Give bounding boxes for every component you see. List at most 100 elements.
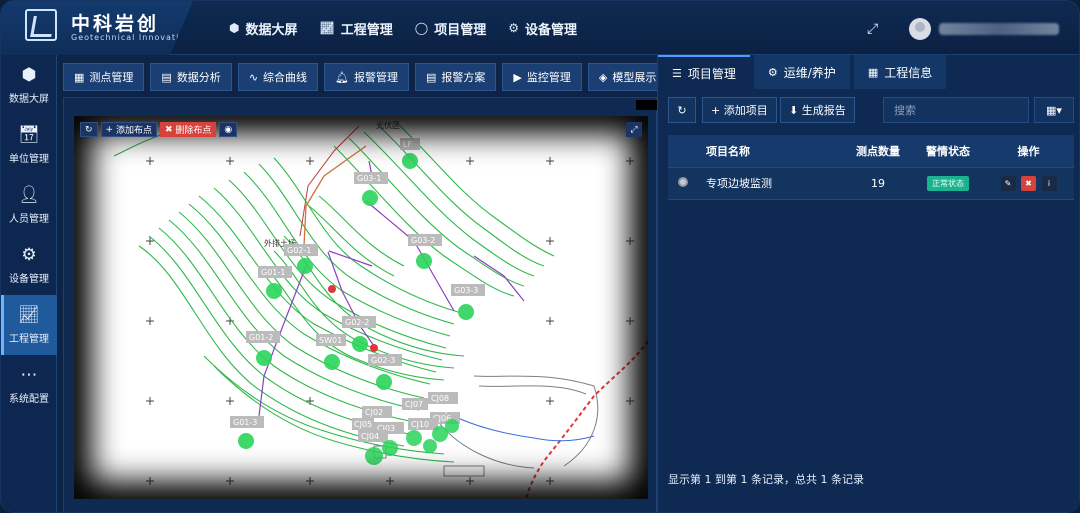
- column-header-name: 项目名称: [698, 135, 843, 168]
- trash-icon: ✖: [164, 124, 176, 135]
- contour-map: 光伏区 外排土场 LF G03-1 G02-1 G01-1 G03-2 G03-…: [113, 120, 648, 499]
- add-point-button[interactable]: + 添加布点: [100, 122, 157, 137]
- sidebar-item-engineering[interactable]: 📈︎ 工程管理: [1, 295, 57, 355]
- eye-icon[interactable]: ◉: [219, 122, 238, 137]
- point-CJ10: CJ10: [408, 418, 438, 430]
- tool-label: 监控管理: [526, 71, 571, 84]
- sidebar-item-system[interactable]: ⋯ 系统配置: [1, 355, 57, 415]
- tool-label: 报警管理: [354, 71, 398, 84]
- topnav-item-device[interactable]: ⚙ 设备管理: [508, 1, 577, 55]
- plus-icon: +: [711, 103, 724, 117]
- tab-label: 运维/养护: [783, 65, 836, 80]
- column-header-points: 测点数量: [843, 135, 913, 168]
- row-select-cell[interactable]: [668, 167, 698, 200]
- delete-icon[interactable]: ✖: [1021, 175, 1036, 191]
- project-table: 项目名称 测点数量 警情状态 操作 专项边坡监测 19 正常状态 ✎ ✖ i: [668, 135, 1074, 200]
- topnav-label: 项目管理: [434, 22, 487, 38]
- refresh-icon[interactable]: ↻: [80, 122, 98, 137]
- tab-engineering-info[interactable]: ▦ 工程信息: [853, 55, 947, 89]
- map-label-north: 光伏区: [376, 120, 400, 130]
- point-G03-3: G03-3: [451, 284, 485, 320]
- cube-outline-icon: ◈: [598, 70, 608, 84]
- line-chart-icon: ∿: [248, 70, 259, 84]
- table-row[interactable]: 专项边坡监测 19 正常状态 ✎ ✖ i: [668, 167, 1074, 200]
- search-input[interactable]: [883, 97, 1029, 123]
- cubes-icon: ▦: [74, 70, 85, 84]
- tool-label: 数据分析: [176, 71, 221, 84]
- svg-text:CJ09: CJ09: [440, 405, 458, 414]
- combined-curve-button[interactable]: ∿ 综合曲线: [237, 63, 319, 91]
- column-toggle-button[interactable]: ▦▾: [1034, 97, 1074, 123]
- svg-text:G02-1: G02-1: [287, 246, 311, 255]
- download-icon: ⬇: [789, 103, 802, 117]
- sidebar-item-devices[interactable]: ⚙ 设备管理: [1, 235, 57, 295]
- sidebar-item-units[interactable]: 📅︎ 单位管理: [1, 115, 57, 175]
- sidebar-item-label: 系统配置: [9, 394, 49, 405]
- logo-area: 中科岩创 Geotechnical Innovation: [1, 1, 193, 55]
- avatar[interactable]: [909, 18, 931, 40]
- map-panel: ↻ + 添加布点 ✖ 删除布点 ◉ ⤢ 光伏区 外排土场 LF G03-1 G0…: [63, 97, 658, 512]
- info-icon[interactable]: i: [1041, 175, 1057, 191]
- delete-point-button[interactable]: ✖ 删除布点: [159, 122, 217, 137]
- book-icon: ▤: [426, 70, 437, 84]
- svg-text:SW01: SW01: [319, 336, 342, 345]
- module-toolbar: ▦ 测点管理 ▤ 数据分析 ∿ 综合曲线 🔔︎ 报警管理 ▤ 报警方案 ▶ 监控…: [63, 59, 657, 95]
- top-nav: ⬢ 数据大屏 📈︎ 工程管理 ◯ 项目管理 ⚙ 设备管理: [229, 1, 599, 55]
- status-cell: 正常状态: [913, 167, 983, 200]
- chart-icon: 📈︎: [319, 21, 335, 35]
- grid-icon: ▦▾: [1046, 103, 1062, 117]
- svg-text:G02-3: G02-3: [371, 356, 395, 365]
- sidebar-item-dashboard[interactable]: ⬢ 数据大屏: [1, 55, 57, 115]
- list-icon: ☰: [672, 66, 682, 80]
- red-dashed-line: [525, 340, 648, 499]
- fullscreen-icon[interactable]: ⤢: [867, 21, 878, 37]
- map-fullscreen-icon[interactable]: ⤢: [626, 122, 642, 137]
- left-sidebar: ⬢ 数据大屏 📅︎ 单位管理 👤︎ 人员管理 ⚙ 设备管理 📈︎ 工程管理 ⋯ …: [1, 55, 57, 512]
- point-manage-button[interactable]: ▦ 测点管理: [63, 63, 145, 91]
- svg-text:CJ04: CJ04: [361, 432, 379, 441]
- road-lines: [373, 375, 599, 477]
- topnav-item-project[interactable]: ◯ 项目管理: [415, 1, 486, 55]
- point-CJ07: CJ07: [402, 398, 428, 410]
- boundary-line: [299, 125, 360, 237]
- topnav-item-engineering[interactable]: 📈︎ 工程管理: [320, 1, 393, 55]
- point-G03-1: G03-1: [354, 172, 388, 206]
- sidebar-item-label: 人员管理: [9, 214, 49, 225]
- monitor-manage-button[interactable]: ▶ 监控管理: [502, 63, 582, 91]
- logo-subtitle: Geotechnical Innovation: [71, 33, 192, 42]
- bar-chart-icon: ▤: [161, 70, 172, 84]
- tab-project-manage[interactable]: ☰ 项目管理: [658, 55, 750, 89]
- topnav-item-dashboard[interactable]: ⬢ 数据大屏: [229, 1, 298, 55]
- site-map[interactable]: ↻ + 添加布点 ✖ 删除布点 ◉ ⤢ 光伏区 外排土场 LF G03-1 G0…: [74, 116, 648, 499]
- point-G01-3: G01-3: [230, 416, 264, 449]
- point-CJ09: CJ09: [440, 405, 458, 414]
- model-display-button[interactable]: ◈ 模型展示: [587, 63, 657, 91]
- add-point-label: 添加布点: [115, 126, 152, 136]
- tab-maintenance[interactable]: ⚙ 运维/养护: [753, 55, 850, 89]
- svg-text:LF: LF: [403, 140, 412, 149]
- add-project-button[interactable]: + 添加项目: [702, 97, 777, 123]
- tool-label: 模型展示: [612, 71, 657, 84]
- cogs-icon: ⚙: [767, 65, 778, 79]
- right-panel: ☰ 项目管理 ⚙ 运维/养护 ▦ 工程信息 ↻ + 添加项目 ⬇ 生成报告 搜索…: [657, 55, 1079, 512]
- points-count-cell: 19: [843, 167, 913, 200]
- alarm-manage-button[interactable]: 🔔︎ 报警管理: [324, 63, 409, 91]
- cube-icon: ⬢: [229, 21, 240, 35]
- refresh-button[interactable]: ↻: [668, 97, 696, 123]
- edit-icon[interactable]: ✎: [1000, 175, 1016, 191]
- right-toolbar: ↻ + 添加项目 ⬇ 生成报告 ▦▾: [668, 97, 1074, 123]
- row-radio[interactable]: [678, 176, 688, 187]
- user-card-icon: 👤︎: [18, 185, 40, 205]
- select-column-header: [668, 135, 698, 168]
- sidebar-item-personnel[interactable]: 👤︎ 人员管理: [1, 175, 57, 235]
- username-blurred[interactable]: [939, 23, 1059, 35]
- gear-icon: ⚙: [21, 245, 37, 265]
- sidebar-item-label: 单位管理: [9, 154, 49, 165]
- data-analysis-button[interactable]: ▤ 数据分析: [150, 63, 232, 91]
- alarm-plan-button[interactable]: ▤ 报警方案: [415, 63, 497, 91]
- sidebar-item-label: 设备管理: [9, 274, 49, 285]
- generate-report-button[interactable]: ⬇ 生成报告: [780, 97, 855, 123]
- column-header-actions: 操作: [983, 135, 1074, 168]
- point-G02-3: G02-3: [368, 354, 402, 390]
- topnav-label: 设备管理: [524, 22, 577, 38]
